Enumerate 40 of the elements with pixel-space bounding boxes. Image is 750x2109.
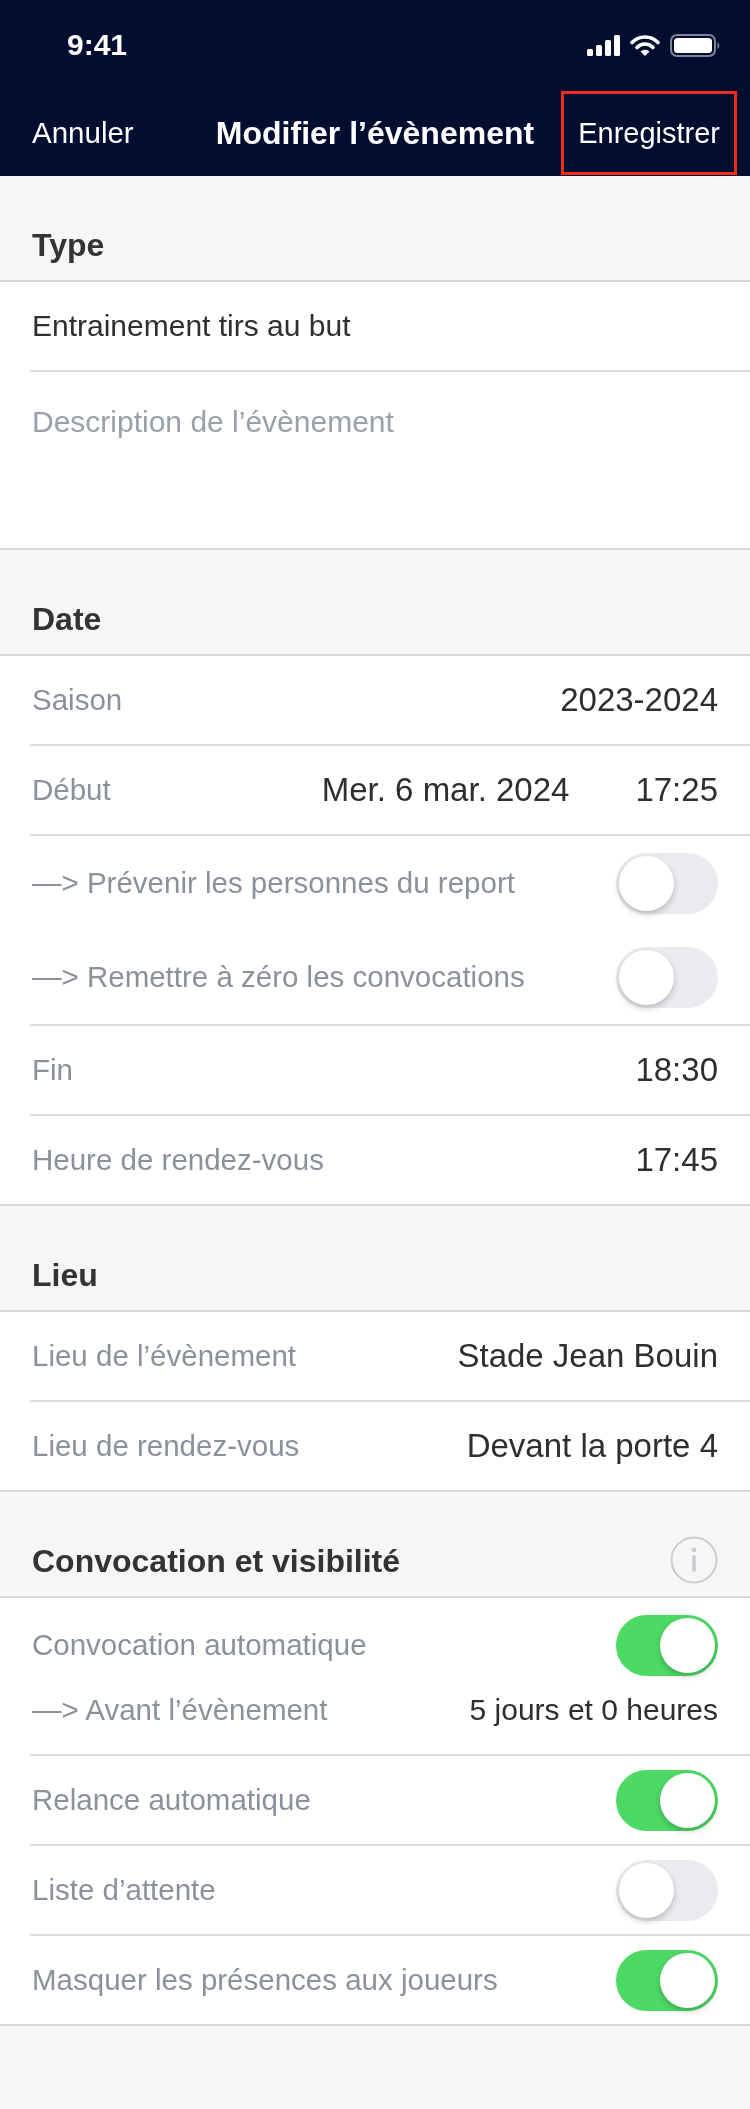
toggle-switch[interactable]	[616, 1949, 718, 2011]
toggle-switch[interactable]	[616, 1769, 718, 1831]
row-label: Relance automatique	[32, 1782, 311, 1818]
row-label: Début	[32, 772, 111, 808]
row-label: Saison	[32, 682, 123, 718]
row-label: Convocation automatique	[32, 1627, 367, 1663]
text-field[interactable]: Entrainement tirs au but	[30, 282, 718, 370]
row-value[interactable]: 2023-2024	[560, 681, 718, 719]
row-value[interactable]: Stade Jean Bouin	[457, 1337, 718, 1375]
status-time: 9:41	[67, 28, 129, 62]
battery-icon	[670, 33, 721, 57]
row-label: —> Avant l’évènement	[32, 1692, 328, 1728]
row-label: —> Remettre à zéro les convocations	[32, 959, 525, 995]
row-label: Liste d’attente	[32, 1872, 216, 1908]
section-title: Lieu	[32, 1256, 98, 1294]
wifi-icon	[630, 34, 660, 56]
row-label: Lieu de rendez-vous	[32, 1428, 300, 1464]
row-label: Fin	[32, 1052, 73, 1088]
date-value[interactable]: Mer. 6 mar. 2024	[321, 771, 570, 809]
cancel-button[interactable]: Annuler	[32, 116, 134, 150]
toggle-switch[interactable]	[616, 852, 718, 914]
toggle-switch[interactable]	[616, 1614, 718, 1676]
row-value[interactable]: 18:30	[635, 1051, 718, 1089]
row-value[interactable]: 17:45	[635, 1141, 718, 1179]
info-icon[interactable]	[670, 1536, 718, 1584]
section-title: Type	[32, 226, 105, 264]
page-title: Modifier l’évènement	[215, 114, 535, 152]
toggle-switch[interactable]	[616, 1859, 718, 1921]
save-button[interactable]: Enregistrer	[561, 91, 737, 175]
section-title: Date	[32, 600, 102, 638]
signal-icon	[587, 34, 620, 56]
row-label: Heure de rendez-vous	[32, 1142, 324, 1178]
row-value[interactable]: Devant la porte 4	[466, 1427, 718, 1465]
time-value[interactable]: 17:25	[635, 771, 718, 809]
toggle-switch[interactable]	[616, 946, 718, 1008]
section-title: Convocation et visibilité	[32, 1542, 401, 1580]
row-label: —> Prévenir les personnes du report	[32, 865, 515, 901]
row-label: Lieu de l’évènement	[32, 1338, 297, 1374]
row-label: Masquer les présences aux joueurs	[32, 1962, 498, 1998]
row-value[interactable]: 5 jours et 0 heures	[469, 1692, 718, 1728]
